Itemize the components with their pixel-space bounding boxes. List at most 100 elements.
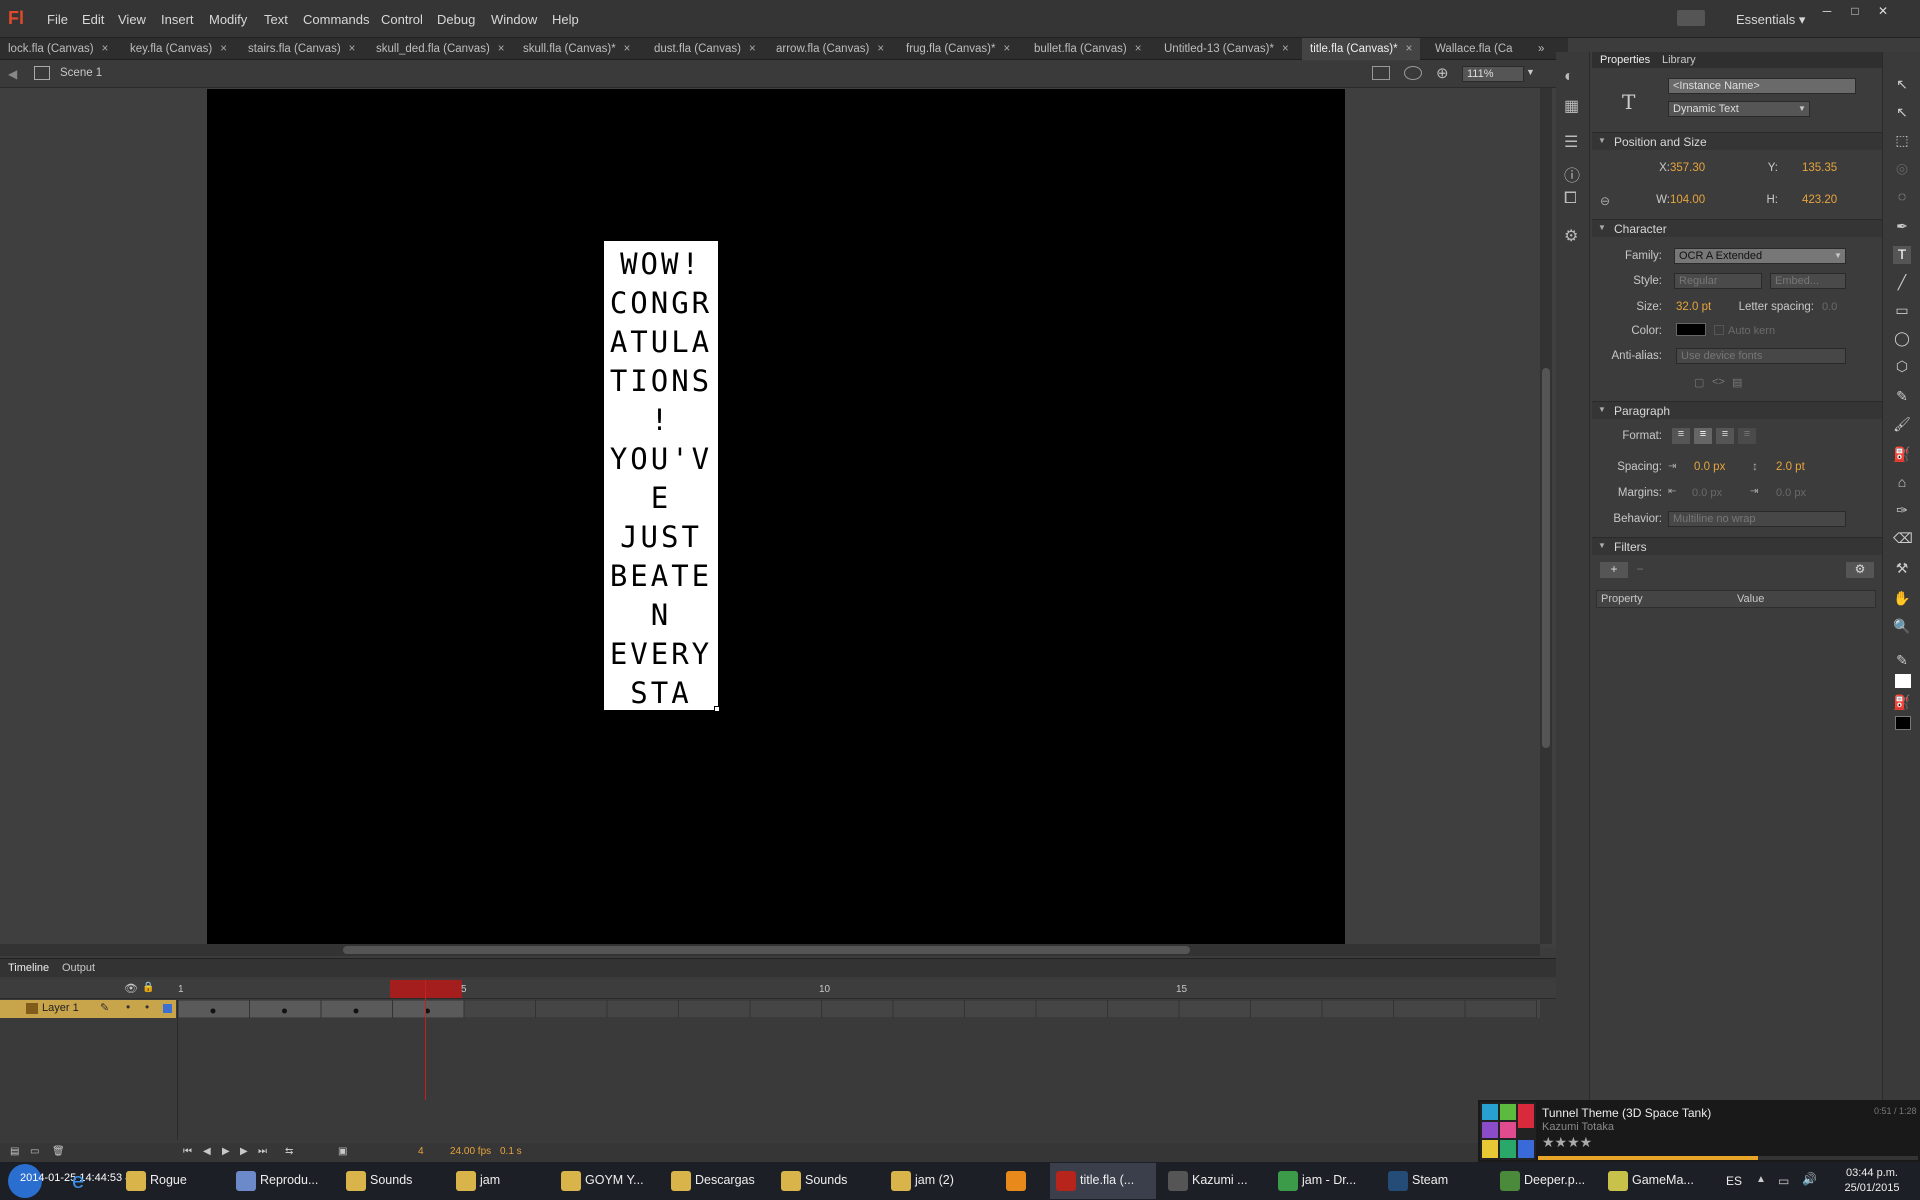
- y-value[interactable]: 135.35: [1802, 162, 1837, 174]
- section-position-size[interactable]: Position and Size: [1592, 132, 1882, 150]
- taskbar-item[interactable]: Steam: [1382, 1163, 1482, 1199]
- taskbar-item[interactable]: Kazumi ...: [1162, 1163, 1262, 1199]
- paint-bucket-icon[interactable]: ⛽: [1893, 446, 1911, 464]
- visibility-dot[interactable]: •: [126, 1000, 130, 1014]
- antialias-dropdown[interactable]: Use device fonts: [1676, 348, 1846, 364]
- frame-cell[interactable]: [892, 1000, 965, 1018]
- size-value[interactable]: 32.0 pt: [1676, 301, 1711, 313]
- clock-date[interactable]: 25/01/2015: [1836, 1182, 1908, 1194]
- justify-icon[interactable]: ≡: [1738, 428, 1756, 444]
- maximize-button[interactable]: □: [1844, 4, 1866, 20]
- taskbar-item[interactable]: GOYM Y...: [555, 1163, 657, 1199]
- rating-stars[interactable]: ★★★★: [1542, 1134, 1592, 1151]
- close-button[interactable]: ✕: [1872, 4, 1894, 20]
- tab-frug[interactable]: frug.fla (Canvas)* ×: [898, 38, 1018, 60]
- color-swatch[interactable]: [1676, 323, 1706, 336]
- stage-canvas[interactable]: [207, 89, 1345, 944]
- zoom-field[interactable]: 111%: [1462, 66, 1524, 82]
- right-margin-value[interactable]: 0.0 px: [1776, 487, 1806, 499]
- menu-edit[interactable]: Edit: [82, 12, 104, 27]
- section-filters[interactable]: Filters: [1592, 537, 1882, 555]
- auto-kern-checkbox[interactable]: [1714, 325, 1724, 335]
- rectangle-tool-icon[interactable]: ▭: [1893, 302, 1911, 320]
- tab-arrow[interactable]: arrow.fla (Canvas) ×: [768, 38, 892, 60]
- frame-cell[interactable]: [463, 1000, 536, 1018]
- frame-cell[interactable]: [1107, 1000, 1180, 1018]
- new-layer-icon[interactable]: ▤: [10, 1146, 19, 1157]
- line-tool-icon[interactable]: ╱: [1893, 274, 1911, 292]
- indent-value[interactable]: 0.0 px: [1694, 461, 1725, 473]
- track-progress[interactable]: [1538, 1156, 1918, 1160]
- line-spacing-value[interactable]: 2.0 pt: [1776, 461, 1805, 473]
- chevron-down-icon[interactable]: ▼: [1834, 251, 1842, 260]
- pen-tool-icon[interactable]: ✒: [1893, 218, 1911, 236]
- layer-name[interactable]: Layer 1: [42, 1002, 79, 1014]
- polystar-tool-icon[interactable]: ⬡: [1893, 358, 1911, 376]
- close-icon[interactable]: ×: [624, 43, 631, 55]
- info-icon[interactable]: ⓘ: [1564, 162, 1580, 186]
- frame-cell[interactable]: [1464, 1000, 1537, 1018]
- taskbar-item[interactable]: Deeper.p...: [1494, 1163, 1594, 1199]
- menu-modify[interactable]: Modify: [209, 12, 247, 27]
- elapsed-time[interactable]: 0.1 s: [500, 1146, 522, 1157]
- tabs-overflow-icon[interactable]: »: [1530, 38, 1552, 60]
- close-icon[interactable]: ×: [1003, 43, 1010, 55]
- eraser-icon[interactable]: ⌫: [1893, 530, 1913, 548]
- close-icon[interactable]: ×: [349, 43, 356, 55]
- brush-tool-icon[interactable]: 🖌: [1893, 416, 1911, 434]
- taskbar-item[interactable]: Sounds: [340, 1163, 440, 1199]
- fill-swatch[interactable]: [1895, 716, 1911, 730]
- font-style-dropdown[interactable]: Regular: [1674, 273, 1762, 289]
- free-transform-icon[interactable]: ⬚: [1893, 132, 1911, 150]
- close-icon[interactable]: ×: [220, 43, 227, 55]
- eyedropper-icon[interactable]: ✑: [1893, 502, 1911, 520]
- components-icon[interactable]: ⚙: [1564, 226, 1578, 246]
- frame-cell[interactable]: [821, 1000, 894, 1018]
- trash-icon[interactable]: 🗑: [52, 1146, 65, 1157]
- keyframe-dot[interactable]: [353, 1008, 359, 1014]
- menu-text[interactable]: Text: [264, 12, 288, 27]
- ie-icon[interactable]: e: [72, 1168, 84, 1194]
- align-icon[interactable]: ☰: [1564, 132, 1578, 152]
- border-icon[interactable]: ▤: [1732, 376, 1742, 389]
- last-frame-icon[interactable]: ⏭: [258, 1146, 267, 1157]
- tab-title[interactable]: title.fla (Canvas)* ×: [1302, 38, 1421, 60]
- close-icon[interactable]: ×: [102, 43, 109, 55]
- tab-dust[interactable]: dust.fla (Canvas) ×: [646, 38, 764, 60]
- play-icon[interactable]: ▶: [222, 1146, 230, 1157]
- close-icon[interactable]: ×: [1135, 43, 1142, 55]
- selection-tool-icon[interactable]: ↖: [1893, 76, 1911, 94]
- workspace-dropdown[interactable]: Essentials ▾: [1736, 12, 1805, 28]
- menu-insert[interactable]: Insert: [161, 12, 194, 27]
- selectable-icon[interactable]: ▢: [1694, 376, 1704, 389]
- w-value[interactable]: 104.00: [1670, 194, 1705, 206]
- edit-symbols-icon[interactable]: [1372, 66, 1390, 80]
- close-icon[interactable]: ×: [1282, 43, 1289, 55]
- tray-arrow-icon[interactable]: ▲: [1756, 1174, 1766, 1185]
- lock-icon[interactable]: 🔒: [142, 982, 154, 993]
- current-frame[interactable]: 4: [418, 1146, 424, 1157]
- stroke-color-icon[interactable]: ✎: [1893, 652, 1911, 670]
- clock-time[interactable]: 03:44 p.m.: [1836, 1167, 1908, 1179]
- color-swatches-icon[interactable]: ▦: [1564, 96, 1579, 116]
- step-back-icon[interactable]: ◀: [203, 1146, 211, 1157]
- tab-properties[interactable]: Properties: [1600, 54, 1650, 66]
- filter-options-icon[interactable]: ⚙: [1846, 562, 1874, 578]
- scroll-thumb[interactable]: [1542, 368, 1550, 748]
- instance-name-input[interactable]: <Instance Name>: [1668, 78, 1856, 94]
- x-value[interactable]: 357.30: [1670, 162, 1705, 174]
- taskbar-item[interactable]: jam: [450, 1163, 550, 1199]
- menu-control[interactable]: Control: [381, 12, 423, 27]
- lock-dot[interactable]: •: [145, 1000, 149, 1014]
- dynamic-text-field[interactable]: WOW! CONGR ATULA TIONS! YOU'V E JUST BEATE N EVER…: [604, 241, 720, 712]
- taskbar-item[interactable]: Sounds: [775, 1163, 875, 1199]
- fill-color-icon[interactable]: ⛽: [1893, 694, 1911, 712]
- taskbar-item[interactable]: Reprodu...: [230, 1163, 332, 1199]
- layer-row[interactable]: Layer 1 ✎ • •: [0, 1000, 176, 1018]
- keyframe-dot[interactable]: [210, 1008, 216, 1014]
- scene-label[interactable]: Scene 1: [60, 67, 102, 79]
- minimize-button[interactable]: ─: [1816, 4, 1838, 20]
- html-render-icon[interactable]: <>: [1712, 376, 1725, 388]
- tab-skull-ded[interactable]: skull_ded.fla (Canvas) ×: [368, 38, 513, 60]
- section-paragraph[interactable]: Paragraph: [1592, 401, 1882, 419]
